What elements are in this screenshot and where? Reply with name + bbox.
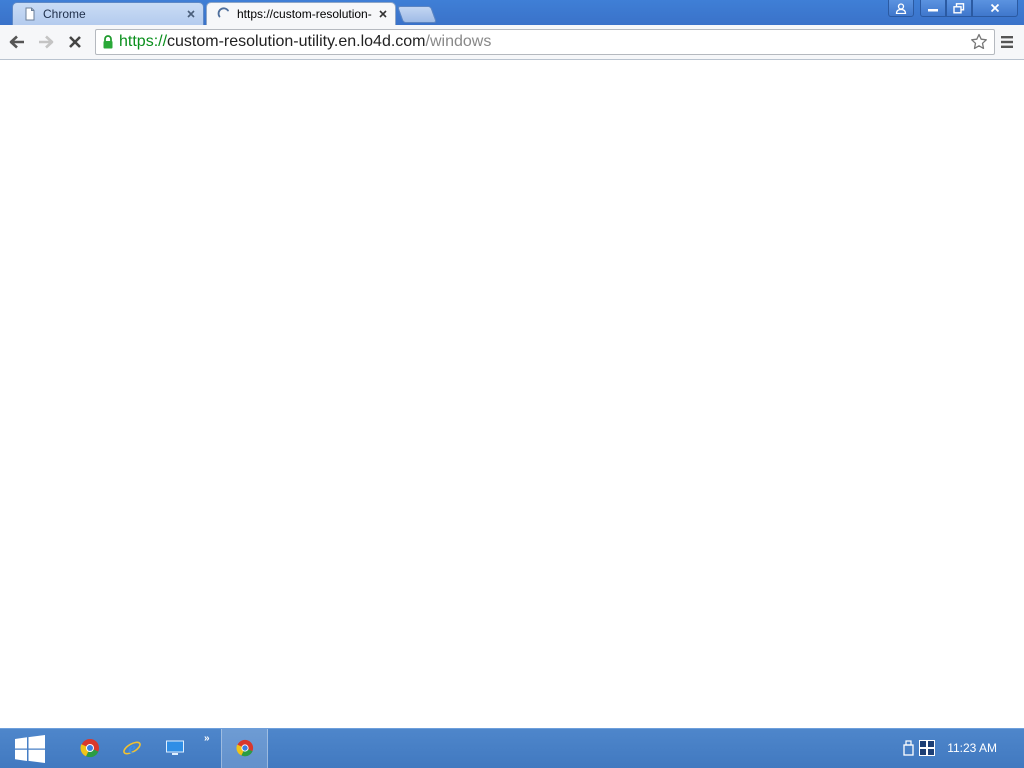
- remote-desktop-icon[interactable]: [165, 738, 185, 758]
- tab-custom-resolution[interactable]: https://custom-resolution-: [206, 2, 396, 25]
- page-icon: [25, 7, 35, 21]
- usb-device-icon[interactable]: [903, 740, 914, 756]
- internet-explorer-icon[interactable]: e: [122, 738, 142, 758]
- forward-button[interactable]: [36, 32, 56, 52]
- tab-chrome[interactable]: Chrome: [12, 2, 204, 25]
- windows-start-icon[interactable]: [14, 735, 46, 763]
- taskbar-chrome-running[interactable]: [221, 729, 268, 768]
- user-profile-button[interactable]: [888, 0, 914, 17]
- url-path: /windows: [425, 33, 492, 50]
- close-icon: [990, 3, 1000, 13]
- browser-toolbar: https://custom-resolution-utility.en.lo4…: [0, 25, 1024, 60]
- stop-loading-button[interactable]: [65, 32, 85, 52]
- desktop-screen: Chrome https://custom-resolution- https:…: [0, 0, 1024, 768]
- stop-x-icon: [69, 36, 81, 48]
- loading-spinner-icon: [217, 7, 229, 18]
- browser-titlebar: Chrome https://custom-resolution-: [0, 0, 1024, 25]
- url-host: custom-resolution-utility.en.lo4d.com: [167, 33, 426, 50]
- chrome-icon[interactable]: [80, 738, 100, 758]
- window-controls: [888, 0, 1018, 18]
- restore-icon: [953, 2, 965, 13]
- close-tab-icon[interactable]: [377, 8, 389, 20]
- url-scheme: https://: [119, 33, 168, 50]
- close-window-button[interactable]: [972, 0, 1018, 17]
- taskbar-overflow-chevron[interactable]: »: [204, 733, 210, 744]
- bookmark-star-icon[interactable]: [970, 33, 988, 51]
- page-content[interactable]: [0, 60, 1024, 728]
- chrome-menu-icon[interactable]: [1000, 35, 1014, 49]
- restore-button[interactable]: [946, 0, 972, 17]
- network-display-icon[interactable]: [919, 740, 935, 756]
- minimize-button[interactable]: [920, 0, 946, 17]
- tab-title: https://custom-resolution-: [237, 7, 372, 21]
- minimize-icon: [928, 9, 938, 12]
- taskbar-clock[interactable]: 11:23 AM: [947, 741, 997, 755]
- back-button[interactable]: [7, 32, 27, 52]
- forward-arrow-icon: [39, 35, 54, 49]
- close-tab-icon[interactable]: [185, 8, 197, 20]
- new-tab-button[interactable]: [396, 6, 438, 23]
- address-bar[interactable]: https://custom-resolution-utility.en.lo4…: [95, 29, 995, 55]
- windows-taskbar: e » 11:23 AM: [0, 728, 1024, 768]
- chrome-icon: [236, 739, 254, 757]
- svg-text:e: e: [128, 739, 136, 758]
- url-text: https://custom-resolution-utility.en.lo4…: [119, 33, 491, 51]
- user-icon: [895, 2, 907, 14]
- tab-title: Chrome: [43, 7, 86, 21]
- back-arrow-icon: [9, 35, 24, 49]
- lock-icon: [103, 35, 113, 49]
